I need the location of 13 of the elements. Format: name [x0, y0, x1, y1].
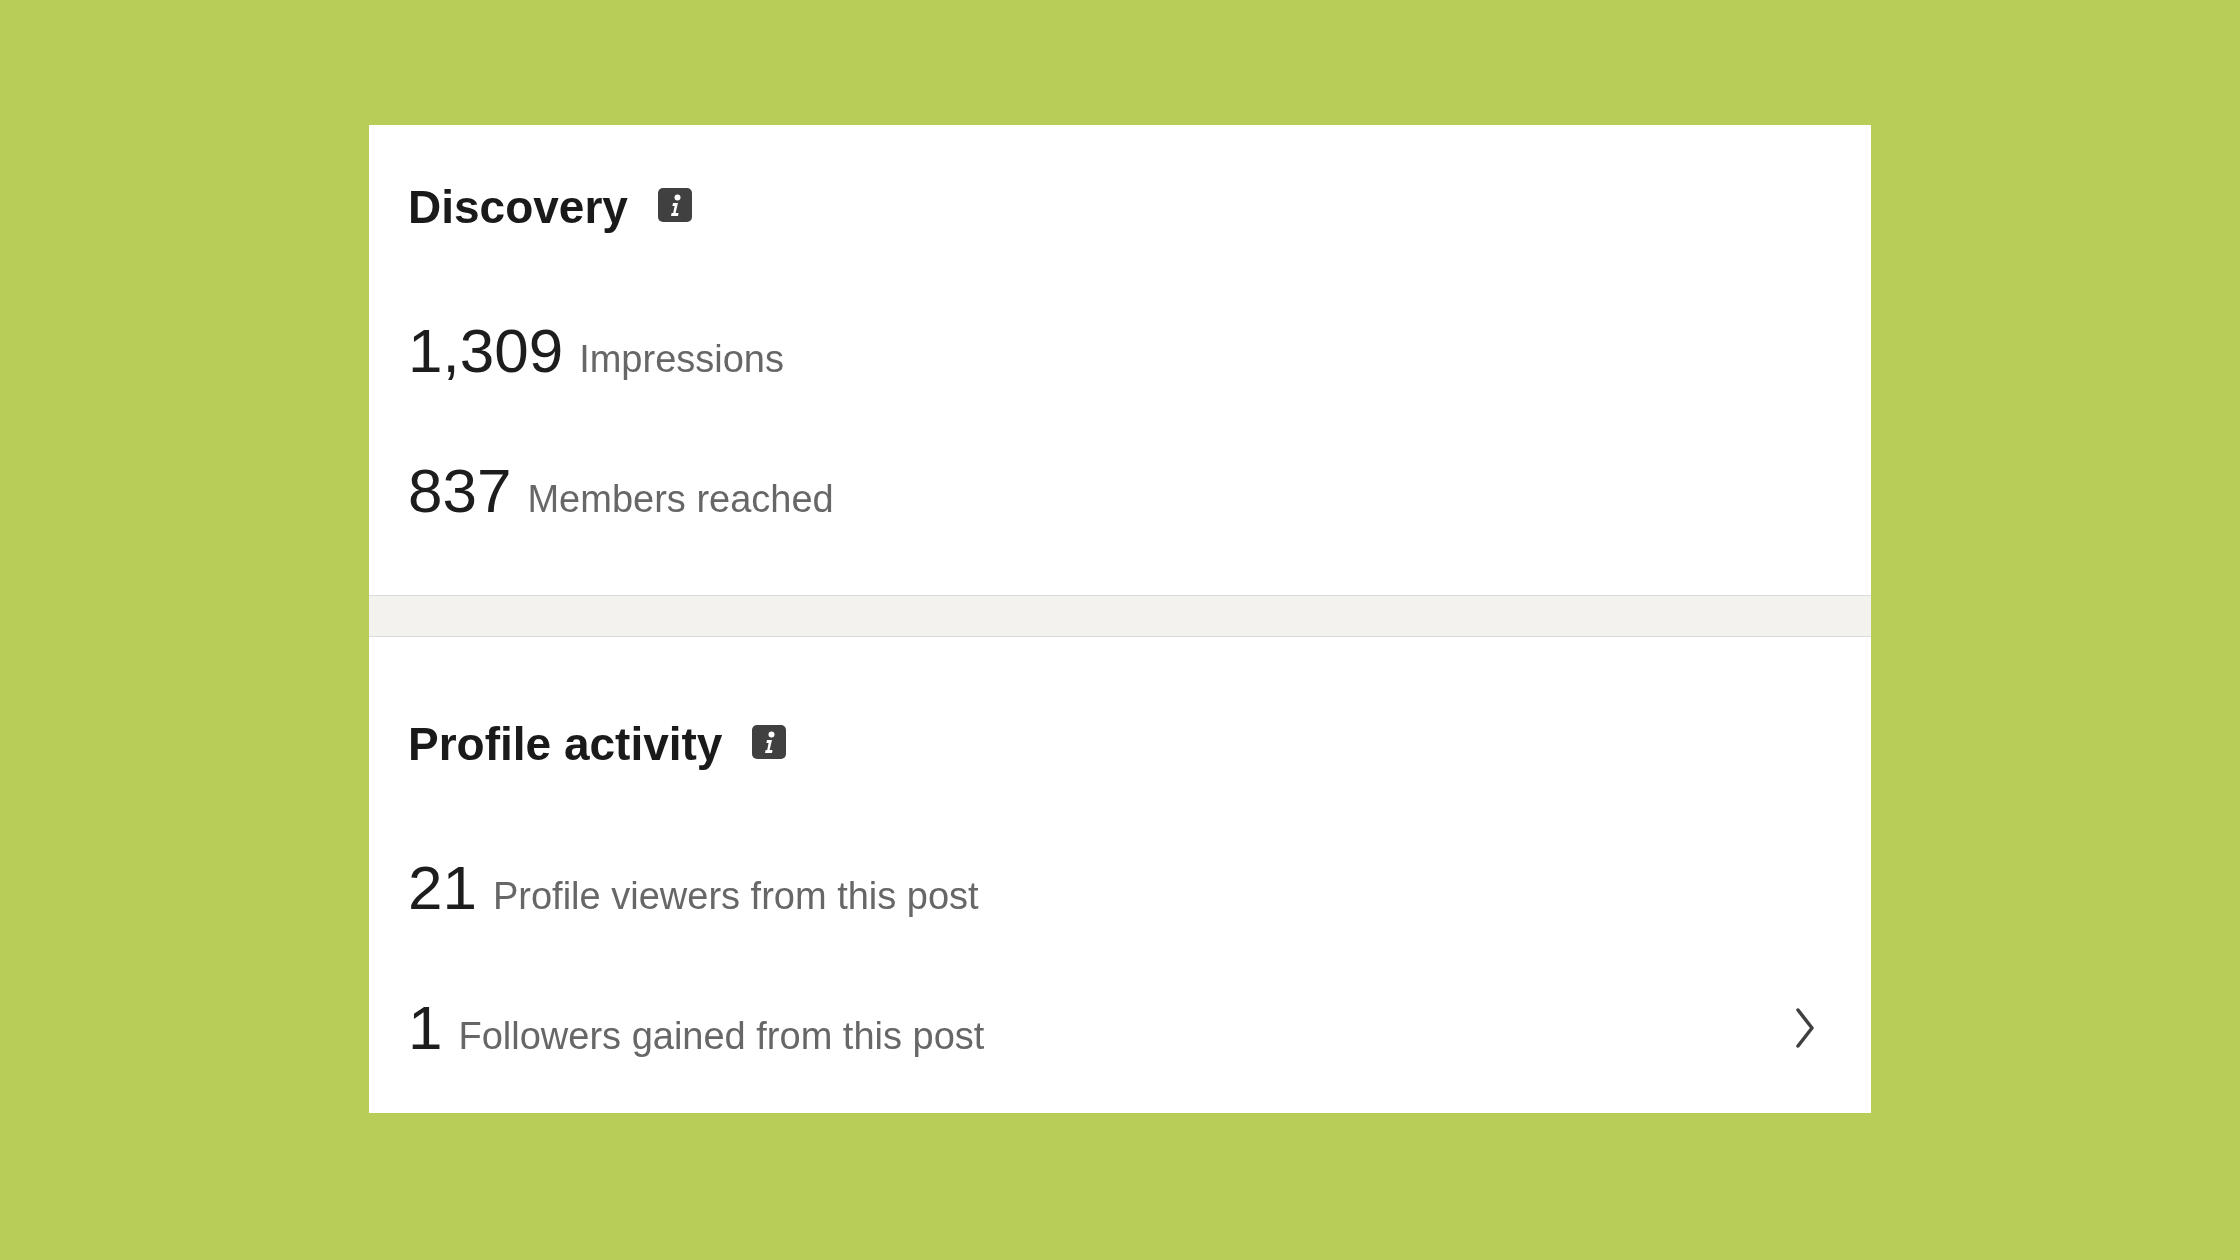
stat-label: Followers gained from this post	[458, 1014, 985, 1059]
stat-label: Members reached	[527, 477, 834, 522]
stat-label: Profile viewers from this post	[492, 874, 979, 919]
stat-value: 1	[408, 992, 443, 1064]
stat-label: Impressions	[579, 337, 784, 382]
stat-value: 21	[408, 852, 477, 924]
stat-value: 1,309	[408, 315, 564, 387]
section-title: Profile activity	[408, 717, 723, 772]
stat-value: 837	[408, 455, 512, 527]
section-title: Discovery	[408, 180, 628, 235]
info-icon[interactable]	[657, 188, 692, 222]
chevron-right-icon[interactable]	[1795, 1008, 1815, 1048]
info-icon[interactable]	[752, 725, 787, 759]
